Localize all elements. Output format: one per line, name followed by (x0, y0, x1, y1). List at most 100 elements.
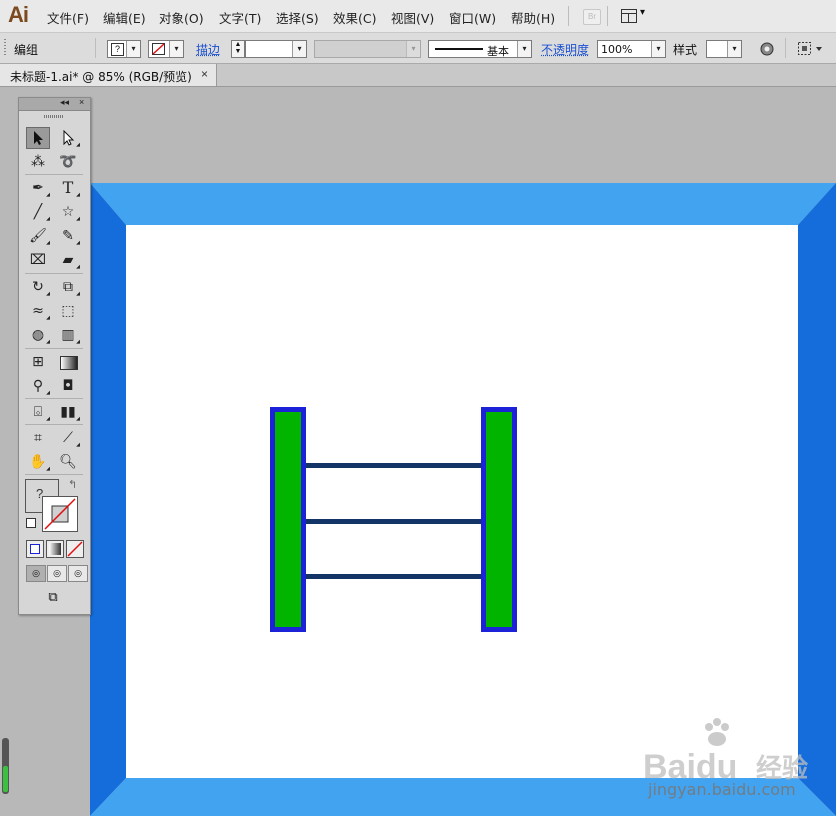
scale-tool[interactable]: ⧉ ◢ (56, 276, 80, 298)
lasso-tool[interactable]: ➰ (56, 151, 80, 173)
brush-stroke-preview (435, 48, 483, 50)
panel-grip-icon[interactable] (44, 115, 64, 118)
draw-inside-icon: ◎ (74, 568, 82, 578)
tools-divider (25, 174, 83, 175)
document-tab[interactable]: 未标题-1.ai* @ 85% (RGB/预览) × (0, 64, 217, 86)
stroke-color-dropdown[interactable]: ▾ (148, 40, 184, 58)
stroke-panel-link[interactable]: 描边 (196, 41, 220, 58)
direct-selection-arrow-icon (63, 129, 75, 146)
screen-mode-icon: ⧉ (48, 589, 58, 604)
tools-panel: ◂◂ × ◢ ⁂ ➰ ✒ ◢ T ◢ ╱ ◢ ☆ ◢ 🖌 ◢ ✎ ◢ ⌧ ▰ ◢ ↻ ◢ ⧉ ◢ … (18, 97, 91, 615)
graphic-style-dropdown[interactable]: ▾ (706, 40, 742, 58)
menu-file[interactable]: 文件(F) (47, 8, 89, 27)
scale-icon: ⧉ (63, 279, 73, 295)
menu-type[interactable]: 文字(T) (219, 8, 261, 27)
workspace-switcher-button[interactable]: ▾ (621, 7, 651, 24)
selection-arrow-icon (34, 131, 43, 145)
direct-selection-tool[interactable]: ◢ (56, 127, 80, 149)
document-tab-bar: 未标题-1.ai* @ 85% (RGB/预览) × (0, 64, 836, 87)
default-fill-stroke-icon[interactable] (26, 518, 36, 528)
star-tool[interactable]: ☆ ◢ (56, 201, 80, 223)
menu-help[interactable]: 帮助(H) (511, 8, 555, 27)
dropdown-arrow-icon: ▾ (727, 41, 741, 57)
menu-select[interactable]: 选择(S) (276, 8, 319, 27)
screen-mode-button[interactable]: ⧉ (42, 590, 64, 604)
gradient-tool[interactable] (56, 351, 80, 373)
color-mode-button[interactable] (26, 540, 44, 558)
draw-behind-button[interactable]: ◎ (47, 565, 67, 582)
menu-effect[interactable]: 效果(C) (333, 8, 376, 27)
menu-view[interactable]: 视图(V) (391, 8, 434, 27)
canvas-pasteboard[interactable] (0, 87, 836, 816)
draw-inside-button[interactable]: ◎ (68, 565, 88, 582)
eraser-tool[interactable]: ▰ ◢ (56, 249, 80, 271)
stroke-color-box[interactable] (42, 496, 78, 532)
symbol-sprayer-tool[interactable]: ⌺ ◢ (26, 401, 50, 423)
app-logo: Ai (8, 2, 29, 27)
mesh-tool[interactable]: ⊞ (26, 351, 50, 373)
swap-fill-stroke-icon[interactable]: ↰ (68, 478, 77, 491)
line-segment-tool[interactable]: ╱ ◢ (26, 201, 50, 223)
vertical-scroll-handle[interactable] (2, 738, 9, 794)
fill-color-dropdown[interactable]: ? ▾ (107, 40, 141, 58)
dropdown-arrow-icon: ▾ (517, 41, 531, 57)
shape-builder-tool[interactable]: ◍ ◢ (26, 324, 50, 346)
slice-knife-icon: ⟋ (63, 430, 73, 446)
type-tool[interactable]: T ◢ (56, 177, 80, 199)
dropdown-arrow-icon: ▾ (126, 41, 140, 57)
magic-wand-tool[interactable]: ⁂ (26, 151, 50, 173)
menu-divider (568, 6, 569, 26)
pencil-tool[interactable]: ✎ ◢ (56, 225, 80, 247)
no-color-swatch-icon (152, 43, 165, 55)
rotate-tool[interactable]: ↻ ◢ (26, 276, 50, 298)
control-divider (785, 38, 786, 58)
selection-tool[interactable] (26, 127, 50, 149)
brush-definition-dropdown[interactable]: 基本 ▾ (428, 40, 532, 58)
free-transform-tool[interactable]: ⬚ (56, 300, 80, 322)
perspective-grid-tool[interactable]: ▥ ◢ (56, 324, 80, 346)
eyedropper-tool[interactable]: ⚲ ◢ (26, 375, 50, 397)
column-graph-tool[interactable]: ▮▮ ◢ (56, 401, 80, 423)
type-t-icon: T (62, 178, 74, 197)
lasso-icon: ➰ (59, 154, 77, 170)
recolor-artwork-icon[interactable] (759, 41, 775, 57)
stroke-weight-field[interactable]: ▾ (245, 40, 307, 58)
tools-panel-header[interactable]: ◂◂ × (19, 97, 90, 111)
blend-tool[interactable]: ◘ (56, 375, 80, 397)
collapse-panel-icon[interactable]: ◂◂ (60, 97, 69, 108)
baidu-watermark: Baidu 经验 jingyan.baidu.com (638, 712, 818, 804)
zoom-tool[interactable]: 🔍︎ (56, 451, 80, 473)
dropdown-arrow-icon: ▾ (406, 41, 420, 57)
draw-normal-icon: ◎ (32, 568, 40, 578)
none-mode-button[interactable] (66, 540, 84, 558)
menu-object[interactable]: 对象(O) (159, 8, 204, 27)
menu-window[interactable]: 窗口(W) (449, 8, 496, 27)
scroll-indicator (3, 766, 8, 792)
opacity-panel-link[interactable]: 不透明度 (541, 41, 589, 58)
pen-tool[interactable]: ✒ ◢ (26, 177, 50, 199)
pen-icon: ✒ (32, 180, 44, 196)
blob-brush-tool[interactable]: ⌧ (26, 249, 50, 271)
artboard-tool[interactable]: ⌗ (26, 427, 50, 449)
blend-icon: ◘ (62, 378, 74, 394)
menu-edit[interactable]: 编辑(E) (103, 8, 146, 27)
paintbrush-tool[interactable]: 🖌 ◢ (26, 225, 50, 247)
bridge-button[interactable]: Br (583, 9, 601, 25)
eyedropper-icon: ⚲ (32, 378, 44, 394)
isolate-group-icon[interactable] (797, 41, 825, 57)
slice-tool[interactable]: ⟋ ◢ (56, 427, 80, 449)
panel-grip-icon[interactable] (4, 39, 6, 57)
close-tab-icon[interactable]: × (201, 67, 208, 81)
gradient-mode-button[interactable] (46, 540, 64, 558)
artboard-icon: ⌗ (34, 430, 42, 446)
stroke-weight-stepper[interactable]: ▲ ▼ (231, 40, 245, 58)
width-tool[interactable]: ≈ ◢ (26, 300, 50, 322)
opacity-field[interactable]: 100% ▾ (597, 40, 666, 58)
draw-normal-button[interactable]: ◎ (26, 565, 46, 582)
layout-grid-icon (621, 9, 637, 23)
hand-tool[interactable]: ✋ ◢ (26, 451, 50, 473)
variable-width-profile-dropdown[interactable]: ▾ (314, 40, 421, 58)
control-divider (95, 38, 96, 58)
close-panel-icon[interactable]: × (79, 97, 84, 107)
shape-builder-icon: ◍ (31, 327, 45, 343)
